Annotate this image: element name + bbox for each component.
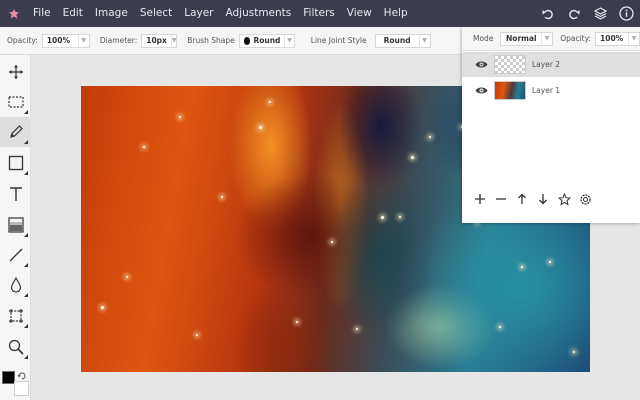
diameter-label: Diameter: [99,36,138,45]
rectangle-tool[interactable] [0,148,31,178]
brush-shape-label: Brush Shape [187,36,235,45]
menu-select[interactable]: Select [134,0,178,27]
line-tool[interactable] [0,240,31,270]
marquee-tool[interactable] [0,87,31,117]
drop-tool[interactable] [0,270,31,300]
remove-layer-icon[interactable] [492,190,510,208]
layer-thumbnail [494,55,526,74]
color-swatches [2,369,30,397]
chevron-down-icon: ▼ [284,34,293,47]
line-joint-value: Round [383,36,411,45]
text-tool[interactable] [0,179,31,209]
menu-layer[interactable]: Layer [178,0,219,27]
marquee-select-icon [7,96,24,108]
pencil-icon [9,125,23,138]
drop-icon [10,277,21,293]
move-icon [8,65,23,79]
rectangle-icon [8,155,23,171]
brush-shape-preview [243,36,251,45]
pencil-tool[interactable] [0,117,31,147]
layer-opacity-label: Opacity: [560,34,592,43]
brush-shape-value: Round [253,36,281,45]
eye-icon[interactable] [471,60,491,69]
blend-mode-select[interactable]: Normal ▼ [500,31,554,46]
text-icon [9,187,22,201]
crop-icon [8,309,23,323]
layer-thumbnail [494,81,526,100]
chevron-down-icon: ▼ [418,34,430,47]
tools-sidebar [0,55,31,400]
chevron-down-icon: ▼ [170,34,177,47]
layers-panel: Mode Normal ▼ Opacity: 100% ▼ Layer 2 La… [462,27,640,223]
background-color-swatch[interactable] [14,381,29,396]
layers-panel-header: Mode Normal ▼ Opacity: 100% ▼ [462,27,640,51]
gradient-icon [7,217,24,233]
chevron-down-icon: ▼ [628,32,639,45]
opacity-label: Opacity: [7,36,38,45]
gradient-tool[interactable] [0,210,31,240]
move-up-icon[interactable] [513,190,531,208]
chevron-down-icon: ▼ [77,34,89,47]
layer-actions [471,190,594,208]
blend-mode-value: Normal [506,34,537,43]
zoom-tool[interactable] [0,332,31,362]
menubar: File Edit Image Select Layer Adjustments… [0,0,640,27]
opacity-select[interactable]: 100% ▼ [41,33,90,48]
info-icon[interactable] [618,6,634,22]
menu-file[interactable]: File [27,0,57,27]
menu-help[interactable]: Help [378,0,414,27]
zoom-icon [8,339,24,355]
chevron-down-icon: ▼ [541,32,552,45]
diameter-select[interactable]: 10px ▼ [141,33,178,48]
blend-mode-label: Mode [473,34,494,43]
layer-opacity-value: 100% [600,34,624,43]
move-down-icon[interactable] [534,190,552,208]
swap-colors-icon[interactable] [17,371,27,381]
menu-view[interactable]: View [341,0,378,27]
line-joint-label: Line Joint Style [310,36,367,45]
star-icon[interactable] [555,190,573,208]
menu-adjustments[interactable]: Adjustments [220,0,298,27]
crop-tool[interactable] [0,301,31,331]
layer-name: Layer 2 [532,60,561,69]
menu-image[interactable]: Image [89,0,134,27]
add-layer-icon[interactable] [471,190,489,208]
layer-opacity-select[interactable]: 100% ▼ [595,31,640,46]
brush-shape-select[interactable]: Round ▼ [238,33,295,48]
opacity-value: 100% [46,36,70,45]
undo-icon[interactable] [540,6,556,22]
line-joint-select[interactable]: Round ▼ [374,33,431,48]
settings-icon[interactable] [576,190,594,208]
move-tool[interactable] [0,57,31,87]
menu-edit[interactable]: Edit [57,0,89,27]
menu-filters[interactable]: Filters [297,0,340,27]
layer-name: Layer 1 [532,86,561,95]
layers-icon[interactable] [592,6,608,22]
line-icon [9,248,22,262]
diameter-value: 10px [146,36,167,45]
layer-row-layer-2[interactable]: Layer 2 [462,52,640,77]
app-logo-icon [7,7,21,21]
redo-icon[interactable] [566,6,582,22]
eye-icon[interactable] [471,86,491,95]
layer-row-layer-1[interactable]: Layer 1 [462,78,640,103]
